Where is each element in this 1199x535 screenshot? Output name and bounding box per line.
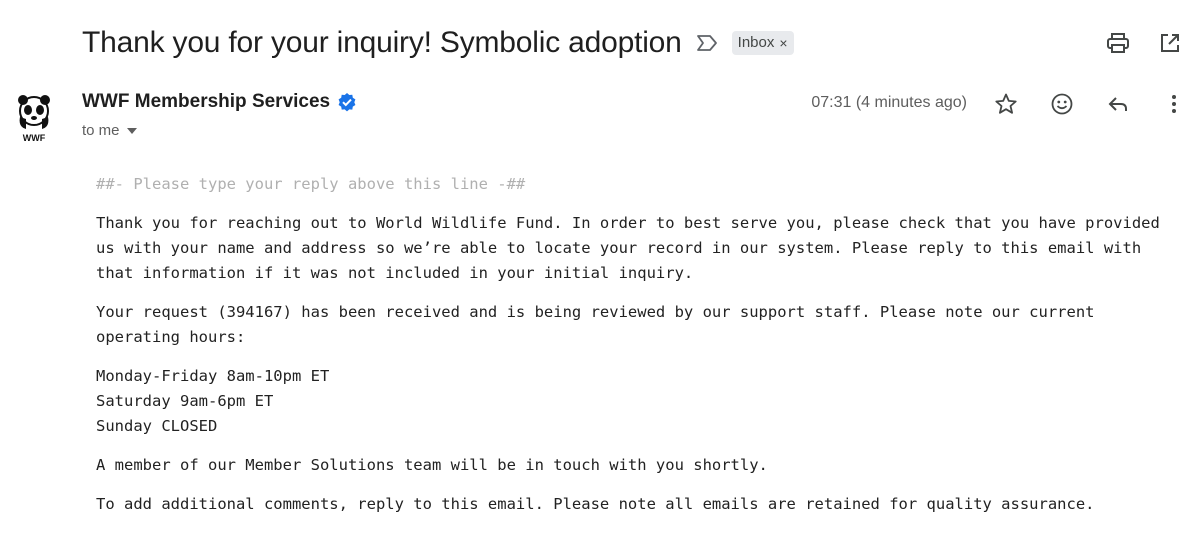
email-body: ##- Please type your reply above this li… (96, 172, 1186, 531)
recipient-details-toggle[interactable]: to me (82, 122, 138, 139)
email-view: Thank you for your inquiry! Symbolic ado… (0, 0, 1199, 535)
body-paragraph-request: Your request (394167) has been received … (96, 303, 1095, 346)
remove-label-button[interactable]: × (779, 35, 787, 51)
operating-hours: Monday-Friday 8am-10pm ET Saturday 9am-6… (96, 364, 1186, 439)
open-in-new-window-icon[interactable] (1157, 30, 1183, 56)
sender-name[interactable]: WWF Membership Services (82, 91, 357, 113)
sender-name-text: WWF Membership Services (82, 91, 331, 112)
label-chip-text: Inbox (737, 34, 775, 51)
subject-row: Thank you for your inquiry! Symbolic ado… (82, 26, 794, 60)
email-timestamp: 07:31 (4 minutes ago) (811, 94, 967, 111)
star-icon[interactable] (993, 91, 1019, 117)
emoji-reaction-icon[interactable] (1049, 91, 1075, 117)
hours-saturday: Saturday 9am-6pm ET (96, 392, 274, 410)
hours-sunday: Sunday CLOSED (96, 417, 218, 435)
message-actions (993, 91, 1187, 117)
more-vert-icon[interactable] (1161, 91, 1187, 117)
body-paragraph-followup: A member of our Member Solutions team wi… (96, 456, 768, 474)
reply-icon[interactable] (1105, 91, 1131, 117)
wwf-panda-logo: WWF (18, 95, 50, 143)
top-actions (1105, 30, 1183, 56)
body-paragraph-intro: Thank you for reaching out to World Wild… (96, 214, 1160, 282)
body-paragraph-comments: To add additional comments, reply to thi… (96, 495, 1095, 513)
svg-text:WWF: WWF (23, 133, 46, 143)
caret-down-icon (126, 125, 138, 137)
print-icon[interactable] (1105, 30, 1131, 56)
label-chip-inbox[interactable]: Inbox × (731, 31, 794, 55)
verified-badge-icon (337, 92, 357, 112)
email-subject: Thank you for your inquiry! Symbolic ado… (82, 26, 682, 59)
reply-above-line-marker: ##- Please type your reply above this li… (96, 175, 526, 193)
hours-weekday: Monday-Friday 8am-10pm ET (96, 367, 330, 385)
recipient-text: to me (82, 122, 120, 139)
importance-icon[interactable] (696, 30, 722, 56)
avatar: WWF (14, 95, 54, 143)
